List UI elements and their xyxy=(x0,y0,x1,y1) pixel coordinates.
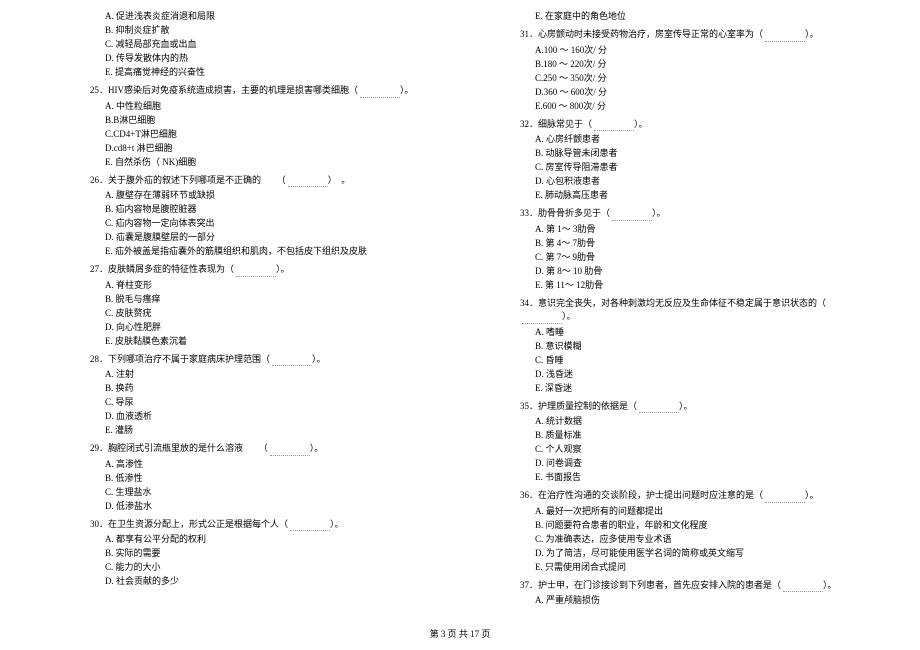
option-text: E.600 ～ 800次/ 分 xyxy=(535,100,860,114)
option-text: B. 意识模糊 xyxy=(535,340,860,354)
option-text: C. 皮肤赘疣 xyxy=(105,307,430,321)
option-text: D.360 ～ 600次/ 分 xyxy=(535,86,860,100)
question-text: 28．下列哪项治疗不属于家庭病床护理范围（）。 xyxy=(90,353,430,367)
question-text: 32．细脉常见于（）。 xyxy=(520,118,860,132)
answer-blank xyxy=(290,519,330,531)
option-text: C.CD4+T淋巴细胞 xyxy=(105,128,430,142)
option-text: A. 注射 xyxy=(105,368,430,382)
option-text: C. 昏睡 xyxy=(535,354,860,368)
answer-blank xyxy=(360,86,400,98)
option-text: B. 质量标准 xyxy=(535,429,860,443)
option-text: A. 腹壁存在薄弱环节或缺损 xyxy=(105,189,430,203)
option-text: C. 房室传导阻滞患者 xyxy=(535,161,860,175)
option-text: B. 第 4～ 7肋骨 xyxy=(535,237,860,251)
page-footer: 第 3 页 共 17 页 xyxy=(0,627,920,640)
option-text: A. 都享有公平分配的权利 xyxy=(105,533,430,547)
option-text: E. 皮肤黏膜色素沉着 xyxy=(105,335,430,349)
option-text: C. 减轻局部充血或出血 xyxy=(105,38,430,52)
option-text: E. 肺动脉高压患者 xyxy=(535,189,860,203)
option-text: B. 换药 xyxy=(105,382,430,396)
option-text: B. 问题要符合患者的职业，年龄和文化程度 xyxy=(535,519,860,533)
option-text: E. 第 11～ 12肋骨 xyxy=(535,279,860,293)
option-text: A. 最好一次把所有的问题都提出 xyxy=(535,505,860,519)
answer-blank xyxy=(236,265,276,277)
option-text: D. 低渗盐水 xyxy=(105,500,430,514)
option-text: A. 严重颅脑损伤 xyxy=(535,594,860,608)
question-text: 25．HIV感染后对免疫系统造成损害，主要的机理是损害哪类细胞（）。 xyxy=(90,84,430,98)
option-text: C. 疝内容物一定向体表突出 xyxy=(105,217,430,231)
question-text: 35．护理质量控制的依据是（）。 xyxy=(520,400,860,414)
option-text: C. 个人观察 xyxy=(535,443,860,457)
option-text: B. 抑制炎症扩散 xyxy=(105,24,430,38)
option-text: B. 低渗性 xyxy=(105,472,430,486)
option-text: B.B淋巴细胞 xyxy=(105,114,430,128)
option-text: C. 第 7～ 9肋骨 xyxy=(535,251,860,265)
option-text: E. 灌肠 xyxy=(105,424,430,438)
option-text: D. 传导发散体内的热 xyxy=(105,52,430,66)
option-text: A. 促进浅表炎症消退和局限 xyxy=(105,10,430,24)
option-text: C. 为准确表达，应多使用专业术语 xyxy=(535,533,860,547)
option-text: B.180 ～ 220次/ 分 xyxy=(535,58,860,72)
question-text: 34．意识完全丧失，对各种刺激均无反应及生命体征不稳定属于意识状态的（）。 xyxy=(520,297,860,324)
option-text: B. 动脉导管未闭患者 xyxy=(535,147,860,161)
option-text: D. 心包积液患者 xyxy=(535,175,860,189)
option-text: E. 只需使用闭合式提问 xyxy=(535,561,860,575)
answer-blank xyxy=(765,491,805,503)
option-text: D. 向心性肥胖 xyxy=(105,321,430,335)
answer-blank xyxy=(270,444,310,456)
option-text: B. 脱毛与瘙痒 xyxy=(105,293,430,307)
option-text: D. 血液透析 xyxy=(105,410,430,424)
option-text: D. 浅昏迷 xyxy=(535,368,860,382)
answer-blank xyxy=(272,354,312,366)
option-text: C.250 ～ 350次/ 分 xyxy=(535,72,860,86)
option-text: D. 社会贡献的多少 xyxy=(105,575,430,589)
answer-blank xyxy=(522,312,562,324)
option-text: E. 自然杀伤（ NK)细胞 xyxy=(105,156,430,170)
question-text: 29．胸腔闭式引流瓶里放的是什么溶液 （）。 xyxy=(90,442,430,456)
option-text: A.100 ～ 160次/ 分 xyxy=(535,44,860,58)
option-text: A. 第 1～ 3肋骨 xyxy=(535,223,860,237)
option-text: E. 提高痛觉神经的兴奋性 xyxy=(105,66,430,80)
answer-blank xyxy=(639,401,679,413)
option-text: E. 书面报告 xyxy=(535,471,860,485)
option-text: D. 为了简洁，尽可能使用医学名词的简称或英文缩写 xyxy=(535,547,860,561)
question-text: 37．护士甲，在门诊接诊到下列患者，首先应安排入院的患者是（）。 xyxy=(520,579,860,593)
option-text: E. 在家庭中的角色地位 xyxy=(535,10,860,24)
option-text: A. 心房纤颤患者 xyxy=(535,133,860,147)
option-text: B. 疝内容物是腹腔脏器 xyxy=(105,203,430,217)
left-column: A. 促进浅表炎症消退和局限B. 抑制炎症扩散C. 减轻局部充血或出血D. 传导… xyxy=(30,10,460,608)
option-text: C. 能力的大小 xyxy=(105,561,430,575)
option-text: A. 中性粒细胞 xyxy=(105,100,430,114)
right-column: E. 在家庭中的角色地位 31．心房颤动时未接受药物治疗，房室传导正常的心室率为（… xyxy=(460,10,890,608)
answer-blank xyxy=(594,119,634,131)
question-text: 31．心房颤动时未接受药物治疗，房室传导正常的心室率为（）。 xyxy=(520,28,860,42)
option-text: C. 导尿 xyxy=(105,396,430,410)
answer-blank xyxy=(765,30,805,42)
option-text: A. 统计数据 xyxy=(535,415,860,429)
question-text: 27．皮肤鳞屑多症的特征性表现为（）。 xyxy=(90,263,430,277)
question-text: 33．肋骨骨折多见于（）。 xyxy=(520,207,860,221)
option-text: D. 问卷调查 xyxy=(535,457,860,471)
option-text: D.cd8+t 淋巴细胞 xyxy=(105,142,430,156)
option-text: A. 嗜睡 xyxy=(535,326,860,340)
option-text: D. 疝囊是腹膜壁层的一部分 xyxy=(105,231,430,245)
question-text: 30．在卫生资源分配上，形式公正是根据每个人（）。 xyxy=(90,518,430,532)
answer-blank xyxy=(288,175,328,187)
option-text: E. 深昏迷 xyxy=(535,382,860,396)
answer-blank xyxy=(783,580,823,592)
option-text: C. 生理盐水 xyxy=(105,486,430,500)
option-text: D. 第 8～ 10 肋骨 xyxy=(535,265,860,279)
option-text: E. 疝外被盖是指疝囊外的筋膜组织和肌肉，不包括皮下组织及皮肤 xyxy=(105,245,430,259)
question-text: 26．关于腹外疝的叙述下列哪项是不正确的 （） 。 xyxy=(90,174,430,188)
answer-blank xyxy=(612,209,652,221)
option-text: B. 实际的需要 xyxy=(105,547,430,561)
option-text: A. 脊柱变形 xyxy=(105,279,430,293)
question-text: 36．在治疗性沟通的交谈阶段，护士提出问题时应注意的是（）。 xyxy=(520,489,860,503)
option-text: A. 高渗性 xyxy=(105,458,430,472)
